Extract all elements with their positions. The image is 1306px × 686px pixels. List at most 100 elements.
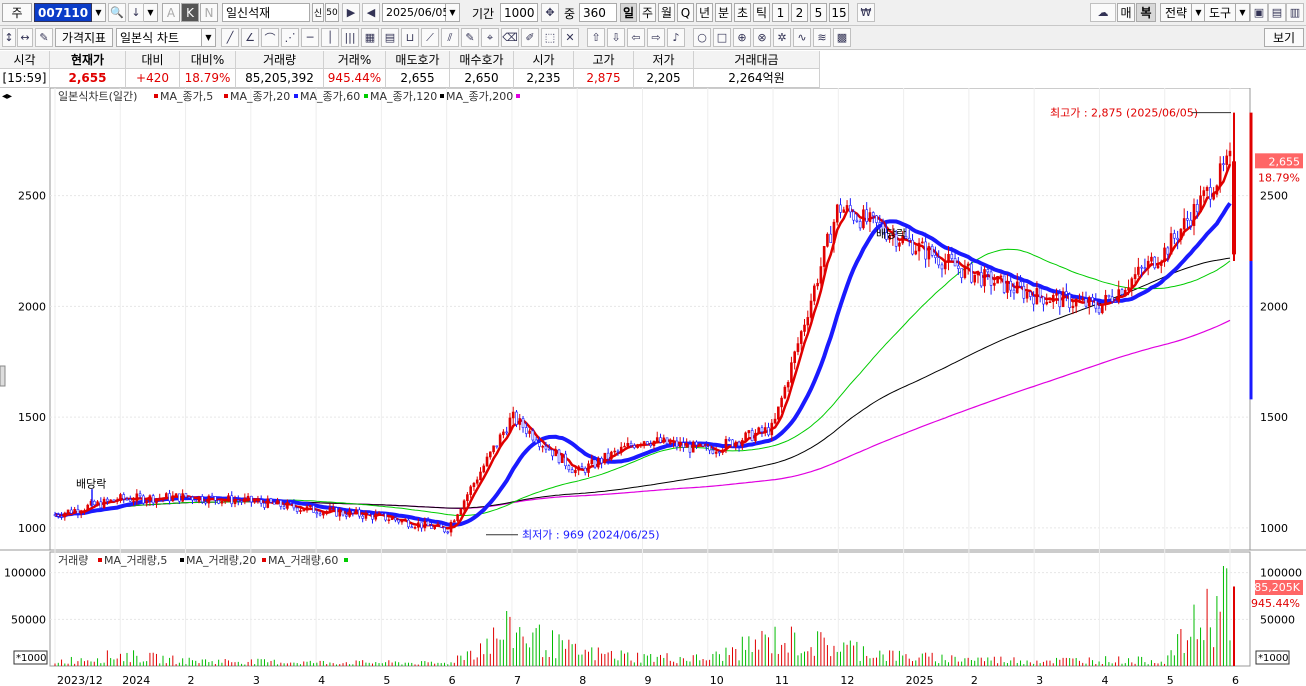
- btn-strategy[interactable]: 전략: [1160, 3, 1192, 22]
- view-button[interactable]: 보기: [1264, 28, 1304, 47]
- candle-body: [1195, 204, 1199, 213]
- eraser-tool-icon[interactable]: ⌫: [501, 28, 519, 47]
- trend-tool-icon[interactable]: ⟋: [421, 28, 439, 47]
- candle-body: [174, 493, 178, 496]
- candle-body: [1215, 185, 1219, 195]
- edit-icon[interactable]: ✎: [35, 28, 53, 47]
- sort-dropdown[interactable]: ▼: [144, 3, 158, 22]
- quote-header-4: 거래량: [236, 51, 324, 69]
- tools-dropdown[interactable]: ▼: [1236, 3, 1250, 22]
- candle-body: [79, 511, 83, 514]
- quote-header-11: 거래대금: [694, 51, 820, 69]
- timeframe-7[interactable]: 틱: [753, 3, 770, 22]
- x-tick-label: 3: [253, 674, 260, 686]
- fan-tool-icon[interactable]: ⋰: [281, 28, 299, 47]
- btn-compound[interactable]: 복: [1136, 3, 1156, 22]
- table-tool-icon[interactable]: ▤: [381, 28, 399, 47]
- pattern-icon[interactable]: ▩: [833, 28, 851, 47]
- candle-body: [1009, 280, 1013, 291]
- save-icon[interactable]: ▤: [1268, 3, 1286, 22]
- wave-icon[interactable]: ∿: [793, 28, 811, 47]
- next-stock-icon[interactable]: ▶: [342, 3, 360, 22]
- volume-tick-left: 100000: [4, 567, 46, 580]
- candle-body: [878, 222, 882, 225]
- circle-tool-icon[interactable]: ○: [693, 28, 711, 47]
- crosshair-icon[interactable]: ✲: [773, 28, 791, 47]
- candle-body: [1084, 298, 1088, 307]
- drawing-toolbar: ↕ ↔ ✎ 가격지표 일본식 차트 ▼ ╱ ∠ ⌒ ⋰ ─ │ ||| ▦ ▤ ⊔ ⟋ ⫽ ✎ ⌖ ⌫ ✐ ⬚ ✕…: [0, 26, 1306, 50]
- x-tick-label: 5: [1167, 674, 1174, 686]
- btn-a[interactable]: A: [162, 3, 180, 22]
- candle-body: [587, 463, 590, 473]
- timeframe-10[interactable]: 5: [810, 3, 827, 22]
- date-dropdown[interactable]: ▼: [446, 3, 460, 22]
- zoom-icon[interactable]: ⊕: [733, 28, 751, 47]
- sort-icon[interactable]: ↓: [128, 3, 144, 22]
- cloud-icon[interactable]: ☁: [1090, 3, 1116, 22]
- overlap-input[interactable]: 360: [579, 3, 617, 22]
- print-icon[interactable]: ▥: [1286, 3, 1304, 22]
- chart-canvas[interactable]: 2500 2500 2000 2000 1500 1500 1000 1000 100000 10…: [0, 87, 1306, 686]
- fork-tool-icon[interactable]: ⊔: [401, 28, 419, 47]
- date-field[interactable]: 2025/06/05: [382, 3, 449, 22]
- stock-code-input[interactable]: 007110: [34, 3, 92, 22]
- timeframe-8[interactable]: 1: [772, 3, 789, 22]
- x-tick-label: 6: [1232, 674, 1239, 686]
- x-tick-label: 2023/12: [57, 674, 103, 686]
- current-volume-tag: 85,205K: [1254, 581, 1300, 594]
- btn-k[interactable]: K: [181, 3, 199, 22]
- right-arrow-icon[interactable]: ⇨: [647, 28, 665, 47]
- grid-tool-icon[interactable]: ▦: [361, 28, 379, 47]
- note-icon[interactable]: ♪: [667, 28, 685, 47]
- stock-name-field[interactable]: 일신석재: [222, 3, 310, 22]
- delete-tool-icon[interactable]: ✕: [561, 28, 579, 47]
- zoom-area-icon[interactable]: ⊗: [753, 28, 771, 47]
- down-arrow-icon[interactable]: ⇩: [607, 28, 625, 47]
- btn-trade[interactable]: 매: [1117, 3, 1135, 22]
- rect-tool-icon[interactable]: □: [713, 28, 731, 47]
- timeframe-0[interactable]: 일: [620, 3, 637, 22]
- stock-chart[interactable]: 2500 2500 2000 2000 1500 1500 1000 1000 100000 10…: [0, 87, 1306, 686]
- stock-code-dropdown[interactable]: ▼: [92, 3, 106, 22]
- search-icon[interactable]: 🔍: [108, 3, 126, 22]
- period-input[interactable]: 1000: [500, 3, 538, 22]
- timeframe-6[interactable]: 초: [734, 3, 751, 22]
- arc-tool-icon[interactable]: ⌒: [261, 28, 279, 47]
- vline-tool-icon[interactable]: │: [321, 28, 339, 47]
- open-folder-icon[interactable]: ▣: [1250, 3, 1268, 22]
- indicator-button[interactable]: 가격지표: [55, 28, 113, 47]
- pen-tool-icon[interactable]: ✎: [461, 28, 479, 47]
- won-icon[interactable]: ₩: [857, 3, 875, 22]
- fib-tool-icon[interactable]: ⌖: [481, 28, 499, 47]
- timeframe-2[interactable]: 월: [658, 3, 675, 22]
- chart-style-dropdown[interactable]: ▼: [202, 28, 216, 47]
- select-tool-icon[interactable]: ⬚: [541, 28, 559, 47]
- btn-n[interactable]: N: [200, 3, 218, 22]
- quote-value-4: 85,205,392: [236, 69, 324, 88]
- legend-swatch: [294, 94, 298, 98]
- left-arrow-icon[interactable]: ⇦: [627, 28, 645, 47]
- timeframe-11[interactable]: 15: [829, 3, 849, 22]
- timeframe-9[interactable]: 2: [791, 3, 808, 22]
- btn-tools[interactable]: 도구: [1204, 3, 1236, 22]
- wave2-icon[interactable]: ≋: [813, 28, 831, 47]
- line-tool-icon[interactable]: ╱: [221, 28, 239, 47]
- candle-body: [705, 445, 708, 448]
- market-select[interactable]: 주: [2, 3, 32, 22]
- timeframe-1[interactable]: 주: [639, 3, 656, 22]
- angle-tool-icon[interactable]: ∠: [241, 28, 259, 47]
- prev-stock-icon[interactable]: ◀: [362, 3, 380, 22]
- candle-body: [868, 212, 872, 222]
- period-tool-icon[interactable]: |||: [341, 28, 359, 47]
- timeframe-5[interactable]: 분: [715, 3, 732, 22]
- channel-tool-icon[interactable]: ⫽: [441, 28, 459, 47]
- up-arrow-icon[interactable]: ⇧: [587, 28, 605, 47]
- arrows-leftright-icon[interactable]: ↔: [17, 28, 33, 47]
- timeframe-4[interactable]: 년: [696, 3, 713, 22]
- note-tool-icon[interactable]: ✐: [521, 28, 539, 47]
- move-icon[interactable]: ✥: [541, 3, 559, 22]
- timeframe-3[interactable]: Q: [677, 3, 694, 22]
- hline-tool-icon[interactable]: ─: [301, 28, 319, 47]
- arrows-updown-icon[interactable]: ↕: [2, 28, 16, 47]
- chart-style-select[interactable]: 일본식 차트: [116, 28, 202, 47]
